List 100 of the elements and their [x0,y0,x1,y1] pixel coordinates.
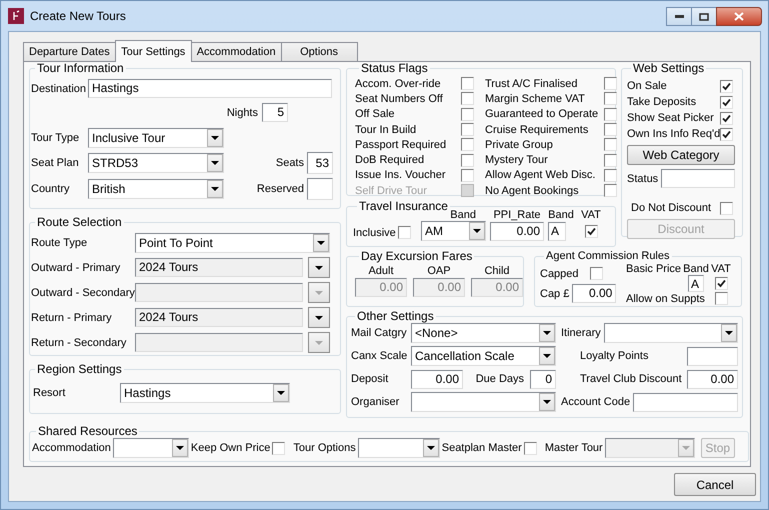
dropdown-button[interactable] [308,257,330,278]
input-field[interactable] [687,346,738,366]
group-title: Agent Commission Rules [545,250,670,263]
input-field[interactable]: 53 [307,152,333,174]
dropdown[interactable] [411,392,556,412]
maximize-button[interactable] [691,7,717,26]
checkbox[interactable] [604,123,617,136]
checkbox[interactable] [461,123,474,136]
field-label: Outward - Primary [31,262,122,274]
checkbox[interactable] [461,77,474,90]
group-title: Web Settings [632,62,706,75]
checkbox[interactable] [604,168,617,182]
dropdown[interactable] [358,438,440,458]
dropdown-button[interactable] [422,439,439,457]
field-label: Travel Club Discount [580,373,682,385]
dropdown-button[interactable] [539,393,555,411]
dropdown-button[interactable] [172,439,188,457]
minimize-button[interactable] [666,7,692,26]
checkbox[interactable] [272,442,286,454]
maximize-icon [699,12,709,20]
input-field[interactable]: 0.00 [687,370,738,388]
dropdown-button[interactable] [539,324,555,342]
input-field[interactable] [307,178,333,200]
checkbox[interactable] [604,154,617,167]
tab[interactable]: Accommodation [190,42,282,61]
dropdown-button[interactable] [207,129,223,147]
field-label: Margin Scheme VAT [485,92,586,105]
input-field[interactable]: 5 [262,103,288,122]
checkbox[interactable] [461,154,474,167]
dropdown-button[interactable] [273,384,289,402]
dropdown[interactable]: British [88,179,224,199]
web-category-button[interactable]: Web Category [627,145,735,165]
dropdown-button[interactable] [207,180,223,198]
dropdown-button[interactable] [308,307,330,328]
checkbox[interactable] [398,226,411,239]
input-field[interactable]: A [548,222,566,240]
input-field[interactable]: 2024 Tours [135,258,303,277]
field-label: VAT [711,263,731,275]
input-field[interactable] [661,169,736,188]
checkbox[interactable] [714,276,728,290]
checkbox[interactable] [604,138,617,152]
checkbox[interactable] [720,96,733,108]
checkbox[interactable] [604,77,617,90]
checkbox[interactable] [720,80,733,92]
checkbox[interactable] [461,138,474,152]
checkbox[interactable] [590,267,603,280]
dropdown-button[interactable] [469,222,485,240]
checkbox[interactable] [604,184,617,198]
field-label: Account Code [561,396,630,408]
field-label: Seat Numbers Off [355,92,444,105]
close-button[interactable] [716,7,762,26]
field-label: Allow on Suppts [626,292,706,304]
checkbox[interactable] [720,202,733,214]
dropdown[interactable]: STRD53 [88,153,224,173]
checkbox[interactable] [720,112,733,124]
input-field[interactable]: 0.00 [572,284,616,303]
input-field[interactable] [633,392,738,412]
app-icon [8,8,24,24]
checkbox[interactable] [720,128,734,140]
tab[interactable]: Departure Dates [23,42,116,61]
dropdown-button[interactable] [721,324,737,342]
input-field[interactable] [135,283,303,302]
input-field[interactable]: 2024 Tours [135,308,303,327]
cancel-button[interactable]: Cancel [674,473,756,496]
dropdown[interactable]: Inclusive Tour [88,128,224,148]
checkbox[interactable] [524,442,537,454]
checkbox[interactable] [461,92,474,106]
field-label: Status [627,172,658,184]
field-label: Cruise Requirements [485,124,590,136]
field-label: Destination [31,82,88,94]
checkbox[interactable] [604,108,617,121]
dropdown-button[interactable] [207,154,223,172]
dropdown-button[interactable] [539,347,555,365]
dropdown[interactable]: Cancellation Scale [411,346,556,366]
input-field[interactable]: 0.00 [411,370,463,388]
dropdown[interactable]: Hastings [120,383,290,403]
field-label: Trust A/C Finalised [485,78,579,90]
field-label: Band [548,209,574,221]
dropdown[interactable]: <None> [411,323,556,343]
dropdown-button[interactable] [313,234,329,252]
dropdown[interactable]: Point To Point [135,232,330,252]
tab[interactable]: Tour Settings [114,40,192,62]
dropdown[interactable]: AM [421,221,486,241]
dropdown[interactable] [112,438,189,458]
field-label: Issue Ins. Voucher [355,169,446,182]
tab[interactable]: Options [280,42,358,61]
checkbox[interactable] [714,292,728,305]
checkbox[interactable] [461,108,474,121]
input-field[interactable]: 0.00 [490,222,544,240]
field-label: Seatplan Master [442,442,522,454]
field-label: Loyalty Points [580,350,648,362]
input-field[interactable]: A [688,274,704,292]
checkbox[interactable] [461,168,474,182]
input-field[interactable]: 0 [530,370,556,388]
dropdown[interactable] [604,323,738,343]
checkbox[interactable] [604,92,617,106]
field-label: Return - Secondary [31,336,128,348]
checkbox[interactable] [584,224,598,238]
input-field[interactable]: Hastings [88,79,332,98]
input-field[interactable] [135,333,303,352]
